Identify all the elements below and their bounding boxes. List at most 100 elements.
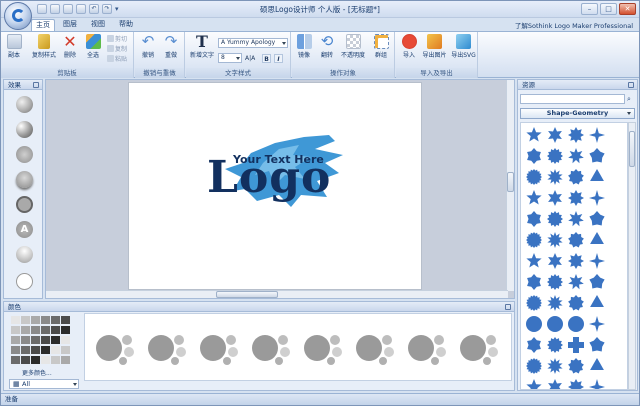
color-style-preset[interactable] (303, 328, 345, 368)
format-painter-button[interactable]: 复制样式 (29, 34, 59, 59)
tab-home[interactable]: 主页 (31, 19, 55, 31)
effect-shadow[interactable] (16, 171, 33, 188)
color-swatch[interactable] (11, 356, 20, 364)
canvas-vertical-scrollbar[interactable] (506, 80, 514, 291)
font-size-adjust[interactable]: A|A (245, 54, 255, 63)
effect-bevel[interactable] (16, 96, 33, 113)
shape-item[interactable] (525, 378, 543, 389)
color-swatch[interactable] (61, 316, 70, 324)
cut-button[interactable]: 剪切 (107, 35, 127, 44)
color-swatch[interactable] (31, 326, 40, 334)
shape-item[interactable] (546, 210, 564, 228)
effect-emboss[interactable] (16, 246, 33, 263)
flip-button[interactable]: ⟲ 翻转 (316, 34, 338, 60)
shape-item[interactable] (525, 336, 543, 354)
shape-item[interactable] (567, 315, 585, 333)
shape-item[interactable] (588, 252, 606, 270)
shape-item[interactable] (588, 231, 606, 249)
shape-item[interactable] (525, 168, 543, 186)
shape-item[interactable] (567, 189, 585, 207)
palette-filter-select[interactable]: ▦ All (9, 379, 79, 389)
color-swatch[interactable] (11, 326, 20, 334)
color-style-preset[interactable] (147, 328, 189, 368)
shape-item[interactable] (567, 294, 585, 312)
shape-item[interactable] (546, 336, 564, 354)
shape-item[interactable] (567, 147, 585, 165)
effect-outline[interactable] (16, 196, 33, 213)
opacity-button[interactable]: 不透明度 (339, 34, 367, 59)
application-menu-button[interactable] (4, 2, 32, 30)
color-swatch[interactable] (11, 316, 20, 324)
shape-item[interactable] (567, 357, 585, 375)
shape-item[interactable] (567, 210, 585, 228)
shape-item[interactable] (546, 378, 564, 389)
color-swatch[interactable] (41, 316, 50, 324)
shape-item[interactable] (588, 336, 606, 354)
color-swatch[interactable] (31, 336, 40, 344)
color-style-preset[interactable] (355, 328, 397, 368)
shape-item[interactable] (588, 189, 606, 207)
shape-item[interactable] (588, 147, 606, 165)
tab-view[interactable]: 视图 (87, 19, 109, 31)
shape-item[interactable] (546, 315, 564, 333)
shape-item[interactable] (525, 315, 543, 333)
shape-item[interactable] (567, 336, 585, 354)
color-swatch[interactable] (61, 326, 70, 334)
color-style-preset[interactable] (407, 328, 449, 368)
italic-button[interactable]: I (274, 54, 283, 63)
shape-item[interactable] (588, 273, 606, 291)
color-swatch[interactable] (31, 346, 40, 354)
bold-button[interactable]: B (262, 54, 271, 63)
resources-scroll-thumb[interactable] (629, 131, 635, 167)
color-swatch[interactable] (21, 356, 30, 364)
paste-small-button[interactable]: 粘贴 (107, 55, 127, 64)
undo-button[interactable]: ↶ 撤销 (137, 34, 159, 60)
color-swatch[interactable] (51, 326, 60, 334)
pin-icon[interactable] (628, 82, 634, 88)
minimize-button[interactable]: – (581, 3, 598, 15)
font-family-select[interactable]: A Yummy Apology (218, 38, 288, 48)
shape-item[interactable] (525, 126, 543, 144)
shape-item[interactable] (588, 210, 606, 228)
color-swatch[interactable] (41, 326, 50, 334)
maximize-button[interactable]: □ (600, 3, 617, 15)
shape-item[interactable] (588, 294, 606, 312)
new-text-button[interactable]: T 新增文字 (188, 34, 216, 60)
shape-item[interactable] (588, 315, 606, 333)
shape-item[interactable] (588, 357, 606, 375)
pin-icon[interactable] (505, 304, 511, 310)
shape-item[interactable] (567, 231, 585, 249)
shape-item[interactable] (546, 231, 564, 249)
shape-item[interactable] (546, 168, 564, 186)
shape-item[interactable] (567, 126, 585, 144)
effect-none[interactable] (16, 273, 33, 290)
canvas-horizontal-scrollbar[interactable] (46, 290, 508, 298)
color-style-preset[interactable] (459, 328, 501, 368)
export-svg-button[interactable]: 导出SVG (450, 34, 477, 59)
color-swatch[interactable] (51, 346, 60, 354)
shape-item[interactable] (525, 294, 543, 312)
shape-item[interactable] (567, 378, 585, 389)
color-swatch[interactable] (21, 316, 30, 324)
color-swatch[interactable] (41, 356, 50, 364)
canvas-hscroll-thumb[interactable] (216, 291, 278, 298)
color-style-preset[interactable] (251, 328, 293, 368)
color-swatch[interactable] (51, 316, 60, 324)
tab-layers[interactable]: 图层 (59, 19, 81, 31)
color-swatch[interactable] (21, 336, 30, 344)
export-image-button[interactable]: 导出图片 (421, 34, 448, 59)
font-size-select[interactable]: 8 (218, 53, 242, 63)
shape-item[interactable] (525, 189, 543, 207)
color-swatch[interactable] (41, 336, 50, 344)
resource-category-select[interactable]: Shape-Geometry (520, 108, 635, 119)
group-button[interactable]: 群组 (370, 34, 392, 59)
color-swatch[interactable] (31, 316, 40, 324)
shape-item[interactable] (525, 147, 543, 165)
shape-item[interactable] (567, 168, 585, 186)
search-icon[interactable]: ⌕ (627, 95, 635, 103)
tab-help[interactable]: 帮助 (115, 19, 137, 31)
resources-scrollbar[interactable] (628, 122, 636, 390)
shape-item[interactable] (525, 357, 543, 375)
shape-item[interactable] (588, 378, 606, 389)
color-swatch[interactable] (11, 346, 20, 354)
